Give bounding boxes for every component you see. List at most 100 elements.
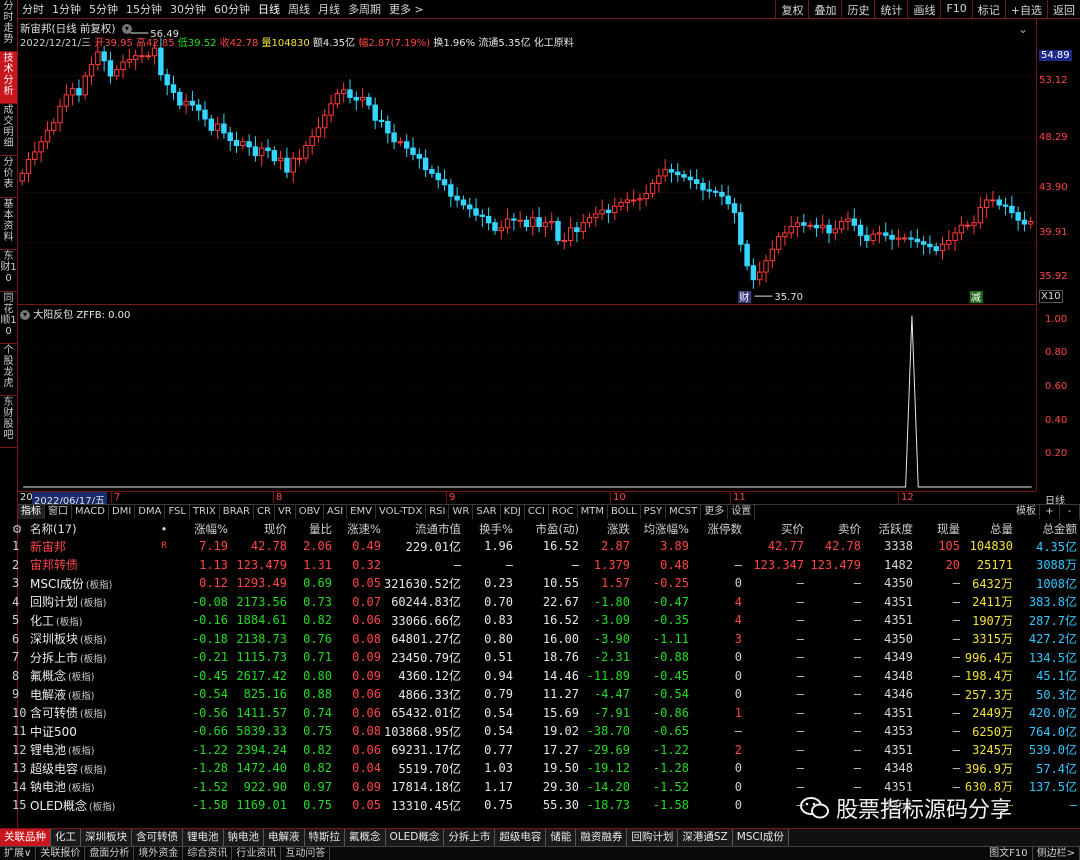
cell-mv[interactable]: –: [381, 558, 461, 572]
column-header[interactable]: 市盈(动): [513, 521, 579, 537]
cell-chg[interactable]: 1.13: [180, 558, 228, 572]
cell-amt[interactable]: 420.0亿: [1013, 704, 1077, 721]
cell-diff[interactable]: -4.47: [579, 687, 630, 701]
cell-diff[interactable]: -29.69: [579, 743, 630, 757]
cell-mv[interactable]: 4360.12亿: [381, 667, 461, 684]
indicator-tab[interactable]: MACD: [72, 505, 109, 519]
cell-idx[interactable]: 13: [0, 761, 30, 775]
block-tab[interactable]: 储能: [546, 829, 577, 846]
period-tab[interactable]: 60分钟: [210, 1, 254, 17]
indicator-tab[interactable]: MTM: [578, 505, 608, 519]
cell-diff[interactable]: 1.57: [579, 576, 630, 590]
period-tab[interactable]: 1分钟: [48, 1, 85, 17]
cell-zt[interactable]: –: [689, 724, 742, 738]
cell-amt[interactable]: 427.2亿: [1013, 630, 1077, 647]
cell-cur[interactable]: –: [913, 724, 960, 738]
cell-avg[interactable]: -0.54: [630, 687, 689, 701]
cell-bid[interactable]: –: [742, 595, 804, 609]
cell-act[interactable]: 4351: [861, 613, 913, 627]
table-row[interactable]: 6 深圳板块 (板指) -0.18 2138.73 0.76 0.08 64801.27亿 0.…: [0, 630, 1080, 649]
cell-bid[interactable]: –: [742, 650, 804, 664]
block-tab[interactable]: MSCI成份: [732, 829, 789, 846]
cell-price[interactable]: 1411.57: [228, 706, 287, 720]
cell-mv[interactable]: 33066.66亿: [381, 612, 461, 629]
cell-diff[interactable]: -18.73: [579, 798, 630, 812]
cell-ask[interactable]: –: [804, 687, 861, 701]
column-header[interactable]: 涨跌: [579, 521, 630, 537]
price-scale-label[interactable]: 39.91: [1039, 227, 1068, 238]
indicator-tab[interactable]: SAR: [473, 505, 501, 519]
cell-bid[interactable]: –: [742, 576, 804, 590]
column-header[interactable]: 换手%: [461, 521, 513, 537]
stock-name[interactable]: OLED概念: [30, 799, 87, 813]
cell-ask[interactable]: –: [804, 669, 861, 683]
cell-avg[interactable]: -1.58: [630, 798, 689, 812]
period-tab[interactable]: 30分钟: [166, 1, 210, 17]
indicator-tab[interactable]: KDJ: [501, 505, 525, 519]
cell-idx[interactable]: 3: [0, 576, 30, 590]
cell-name[interactable]: OLED概念 (板指): [30, 797, 148, 814]
price-scale-label[interactable]: 43.90: [1039, 182, 1068, 193]
cell-turn[interactable]: 1.96: [461, 539, 513, 553]
cell-price[interactable]: 1293.49: [228, 576, 287, 590]
cell-lb[interactable]: 0.82: [287, 761, 332, 775]
cell-vol[interactable]: 3245万: [960, 741, 1013, 758]
cell-pe[interactable]: 22.67: [513, 595, 579, 609]
cell-price[interactable]: 2617.42: [228, 669, 287, 683]
column-header[interactable]: 卖价: [804, 521, 861, 537]
cell-spd[interactable]: 0.09: [332, 669, 381, 683]
cell-act[interactable]: 4346: [861, 687, 913, 701]
top-button[interactable]: 返回: [1047, 0, 1080, 19]
stock-subtype[interactable]: (板指): [80, 598, 106, 609]
stock-subtype[interactable]: (板指): [89, 802, 115, 813]
cell-amt[interactable]: –: [1013, 798, 1077, 812]
cell-mv[interactable]: 69231.17亿: [381, 741, 461, 758]
top-button[interactable]: +自选: [1004, 0, 1047, 19]
settings-gear-icon[interactable]: ⚙: [0, 522, 30, 536]
cell-chg[interactable]: 0.12: [180, 576, 228, 590]
cell-chg[interactable]: -0.21: [180, 650, 228, 664]
top-button[interactable]: 叠加: [808, 0, 841, 19]
x-axis-tick[interactable]: 11: [730, 492, 746, 503]
cell-zt[interactable]: 1: [689, 706, 742, 720]
table-row[interactable]: 3 MSCI成份 (板指) 0.12 1293.49 0.69 0.05 321630.52亿…: [0, 574, 1080, 593]
ind-scale-label[interactable]: 0.80: [1045, 347, 1067, 358]
indicator-tab[interactable]: FSL: [165, 505, 190, 519]
status-item[interactable]: 综合资讯: [183, 847, 233, 860]
cell-pe[interactable]: 11.27: [513, 687, 579, 701]
cell-chg[interactable]: -1.58: [180, 798, 228, 812]
cell-price[interactable]: 1169.01: [228, 798, 287, 812]
indicator-tab[interactable]: 窗口: [45, 505, 72, 519]
indicator-tab[interactable]: RSI: [426, 505, 450, 519]
cell-pe[interactable]: 16.00: [513, 632, 579, 646]
cell-amt[interactable]: 764.0亿: [1013, 723, 1077, 740]
cell-avg[interactable]: -0.88: [630, 650, 689, 664]
cell-spd[interactable]: 0.05: [332, 576, 381, 590]
stock-name[interactable]: 电解液: [30, 688, 66, 702]
left-tab[interactable]: 个股龙虎: [0, 344, 17, 396]
block-tab[interactable]: 锂电池: [183, 829, 224, 846]
cell-act[interactable]: 4349: [861, 650, 913, 664]
stock-name[interactable]: 新宙邦: [30, 540, 66, 554]
left-tab[interactable]: 基本资料: [0, 198, 17, 250]
cell-lb[interactable]: 0.88: [287, 687, 332, 701]
stock-subtype[interactable]: (板指): [86, 580, 112, 591]
block-tab[interactable]: 融资融券: [576, 829, 628, 846]
cell-bid[interactable]: –: [742, 761, 804, 775]
indicator-tab[interactable]: 设置: [728, 505, 756, 519]
cell-cur[interactable]: –: [913, 613, 960, 627]
cell-act[interactable]: 4348: [861, 761, 913, 775]
cell-avg[interactable]: -1.22: [630, 743, 689, 757]
cell-vol[interactable]: 996.4万: [960, 649, 1013, 666]
cell-vol[interactable]: 198.4万: [960, 667, 1013, 684]
dropdown-icon[interactable]: ▾: [121, 24, 132, 34]
column-header[interactable]: 涨速%: [332, 521, 381, 537]
column-header[interactable]: 名称(17): [30, 521, 148, 537]
cell-avg[interactable]: -1.28: [630, 761, 689, 775]
cell-mv[interactable]: 13310.45亿: [381, 797, 461, 814]
cell-bid[interactable]: –: [742, 743, 804, 757]
cell-chg[interactable]: -0.45: [180, 669, 228, 683]
top-button[interactable]: 历史: [841, 0, 874, 19]
cell-name[interactable]: 新宙邦: [30, 538, 148, 555]
cell-idx[interactable]: 4: [0, 595, 30, 609]
